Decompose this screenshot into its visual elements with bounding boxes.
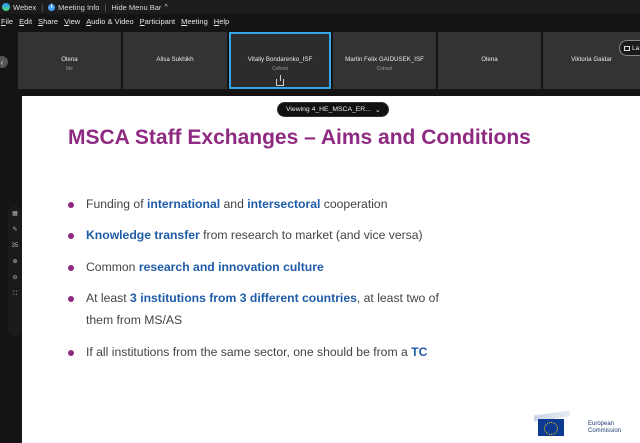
bullet-highlight: international bbox=[146, 197, 221, 211]
info-icon[interactable]: i bbox=[48, 3, 56, 11]
zoom-value: 35 bbox=[11, 243, 19, 249]
separator: | bbox=[41, 2, 44, 12]
participant-role: Cohost bbox=[376, 66, 393, 72]
participant-tile[interactable]: Olena bbox=[438, 32, 541, 89]
hide-menu-bar-button[interactable]: Hide Menu Bar bbox=[111, 3, 161, 12]
webex-logo-icon bbox=[2, 3, 10, 11]
logo-line: European bbox=[588, 421, 615, 427]
grid-icon[interactable]: ▦ bbox=[12, 211, 19, 218]
menu-audio-video[interactable]: Audio & Video bbox=[86, 17, 133, 29]
participant-tile[interactable]: Martin Felix GAIDUSEK_ISF Cohost bbox=[333, 32, 436, 89]
menu-file[interactable]: File bbox=[1, 17, 13, 29]
bullet-text: from research to market (and vice versa) bbox=[199, 228, 423, 242]
bullet-dot bbox=[68, 202, 74, 208]
menu-bar: File Edit Share View Audio & Video Parti… bbox=[0, 17, 229, 29]
menu-share[interactable]: Share bbox=[38, 17, 58, 29]
participant-tile[interactable]: Alisa Sukhikh bbox=[123, 32, 227, 89]
bullet-highlight: Knowledge transfer bbox=[86, 228, 200, 242]
participant-name: Alisa Sukhikh bbox=[156, 56, 194, 63]
eu-flag-icon bbox=[538, 419, 564, 436]
bullet-highlight: research and innovation culture bbox=[138, 260, 324, 274]
bullet-highlight: TC bbox=[411, 345, 428, 359]
logo-text: European Commission bbox=[588, 421, 621, 435]
slide-title: MSCA Staff Exchanges – Aims and Conditio… bbox=[68, 126, 531, 149]
participant-name: Viktoria Gaidar bbox=[571, 56, 612, 63]
chevron-up-icon[interactable]: ^ bbox=[164, 4, 167, 11]
bullet-text: and bbox=[220, 197, 248, 211]
bullet-text: Common bbox=[86, 260, 139, 274]
annotation-toolbar: ▦ ✎ 35 ⊕ ⊖ ⛶ bbox=[8, 206, 22, 336]
menu-help[interactable]: Help bbox=[214, 17, 229, 29]
share-icon bbox=[276, 75, 284, 86]
participant-name: Olena bbox=[61, 56, 78, 63]
bullet-highlight: intersectoral bbox=[247, 197, 321, 211]
viewing-dropdown[interactable]: Viewing 4_HE_MSCA_ER... ⌄ bbox=[277, 102, 389, 117]
zoom-in-icon[interactable]: ⊕ bbox=[12, 259, 19, 266]
bullet-text: Funding of bbox=[86, 197, 147, 211]
bullet-text: , at least two of bbox=[356, 291, 439, 305]
participant-name: Martin Felix GAIDUSEK_ISF bbox=[345, 56, 424, 63]
zoom-out-icon[interactable]: ⊖ bbox=[12, 275, 19, 282]
layout-label: La bbox=[632, 44, 640, 52]
pen-icon[interactable]: ✎ bbox=[12, 227, 19, 234]
menu-meeting[interactable]: Meeting bbox=[181, 17, 208, 29]
bullet-text: At least bbox=[86, 291, 131, 305]
bullet-text: cooperation bbox=[320, 197, 388, 211]
shared-slide: MSCA Staff Exchanges – Aims and Conditio… bbox=[22, 96, 640, 443]
participant-name: Olena bbox=[481, 56, 498, 63]
participant-role: Me bbox=[66, 66, 73, 72]
layout-icon bbox=[624, 45, 630, 51]
previous-participants-button[interactable]: ‹ bbox=[0, 56, 8, 68]
menu-participant[interactable]: Participant bbox=[140, 17, 175, 29]
participant-name: Vitaliy Bondarenko_ISF bbox=[247, 56, 313, 63]
separator: | bbox=[104, 2, 107, 12]
bullet-text: If all institutions from the same sector… bbox=[86, 345, 412, 359]
title-bar: Webex | i Meeting Info | Hide Menu Bar ^ bbox=[0, 0, 640, 14]
bullet-dot bbox=[68, 265, 74, 271]
participant-tile-active[interactable]: Vitaliy Bondarenko_ISF Cohost bbox=[229, 32, 331, 89]
bullet-highlight: 3 institutions from 3 different countrie… bbox=[130, 291, 357, 305]
meeting-info-button[interactable]: Meeting Info bbox=[58, 3, 99, 12]
viewing-label: Viewing 4_HE_MSCA_ER... bbox=[286, 106, 371, 113]
menu-edit[interactable]: Edit bbox=[19, 17, 32, 29]
webex-window: Webex | i Meeting Info | Hide Menu Bar ^… bbox=[0, 0, 640, 443]
participant-tile[interactable]: Olena Me bbox=[18, 32, 121, 89]
chevron-down-icon: ⌄ bbox=[374, 106, 381, 114]
participant-strip: Olena Me Alisa Sukhikh Vitaliy Bondarenk… bbox=[0, 32, 640, 90]
bullet-continuation: them from MS/AS bbox=[86, 313, 183, 327]
layout-button[interactable]: La bbox=[619, 40, 640, 56]
bullet-dot bbox=[68, 296, 74, 302]
app-name: Webex bbox=[13, 2, 37, 12]
logo-line: Commission bbox=[588, 428, 622, 434]
european-commission-logo: European Commission bbox=[534, 407, 638, 440]
fit-screen-icon[interactable]: ⛶ bbox=[12, 291, 19, 298]
menu-view[interactable]: View bbox=[64, 17, 80, 29]
bullet-dot bbox=[68, 350, 74, 356]
bullet-dot bbox=[68, 233, 74, 239]
participant-role: Cohost bbox=[272, 66, 288, 72]
